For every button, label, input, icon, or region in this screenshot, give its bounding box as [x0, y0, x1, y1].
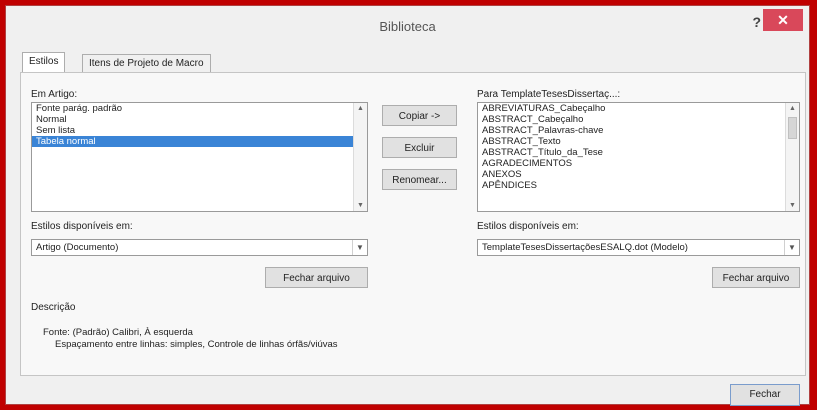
- list-item[interactable]: ABSTRACT_Cabeçalho: [478, 114, 799, 125]
- target-available-value: TemplateTesesDissertaçõesESALQ.dot (Mode…: [482, 242, 688, 253]
- list-item[interactable]: Fonte parág. padrão: [32, 103, 367, 114]
- tab-estilos[interactable]: Estilos: [22, 52, 66, 74]
- scroll-thumb[interactable]: [788, 117, 797, 139]
- list-item[interactable]: ANEXOS: [478, 169, 799, 180]
- list-item[interactable]: AGRADECIMENTOS: [478, 158, 799, 169]
- list-item[interactable]: APÊNDICES: [478, 180, 799, 191]
- source-list-scrollbar[interactable]: ▲ ▼: [353, 103, 367, 211]
- tab-panel: Em Artigo: Fonte parág. padrão Normal Se…: [20, 72, 806, 376]
- list-item[interactable]: ABSTRACT_Palavras-chave: [478, 125, 799, 136]
- copy-button[interactable]: Copiar ->: [382, 105, 457, 126]
- tab-itens-projeto-macro[interactable]: Itens de Projeto de Macro: [82, 54, 211, 73]
- source-available-combo[interactable]: Artigo (Documento) ▼: [31, 239, 368, 256]
- scroll-up-icon[interactable]: ▲: [357, 105, 364, 112]
- scroll-down-icon[interactable]: ▼: [357, 202, 364, 209]
- rename-button[interactable]: Renomear...: [382, 169, 457, 190]
- scroll-up-icon[interactable]: ▲: [789, 105, 796, 112]
- window-title: Biblioteca: [379, 19, 436, 34]
- list-item-selected[interactable]: Tabela normal: [32, 136, 367, 147]
- target-close-file-button[interactable]: Fechar arquivo: [712, 267, 800, 288]
- list-item[interactable]: ABREVIATURAS_Cabeçalho: [478, 103, 799, 114]
- chevron-down-icon[interactable]: ▼: [784, 240, 799, 255]
- scroll-down-icon[interactable]: ▼: [789, 202, 796, 209]
- close-button[interactable]: Fechar: [730, 384, 800, 406]
- list-item[interactable]: Sem lista: [32, 125, 367, 136]
- help-button[interactable]: ?: [752, 14, 761, 30]
- target-list-label: Para TemplateTesesDissertaç...:: [477, 89, 621, 100]
- source-available-label: Estilos disponíveis em:: [31, 221, 133, 232]
- source-styles-list[interactable]: Fonte parág. padrão Normal Sem lista Tab…: [31, 102, 368, 212]
- delete-button[interactable]: Excluir: [382, 137, 457, 158]
- chevron-down-icon[interactable]: ▼: [352, 240, 367, 255]
- target-available-combo[interactable]: TemplateTesesDissertaçõesESALQ.dot (Mode…: [477, 239, 800, 256]
- target-styles-list[interactable]: ABREVIATURAS_Cabeçalho ABSTRACT_Cabeçalh…: [477, 102, 800, 212]
- list-item[interactable]: ABSTRACT_Texto: [478, 136, 799, 147]
- library-dialog: Biblioteca ? ✕ Estilos Itens de Projeto …: [5, 5, 810, 406]
- close-icon: ✕: [777, 12, 789, 28]
- description-label: Descrição: [31, 302, 76, 313]
- list-item[interactable]: ABSTRACT_Título_da_Tese: [478, 147, 799, 158]
- list-item[interactable]: Normal: [32, 114, 367, 125]
- description-line-1: Fonte: (Padrão) Calibri, À esquerda: [43, 327, 193, 338]
- source-list-label: Em Artigo:: [31, 89, 78, 100]
- close-window-button[interactable]: ✕: [763, 9, 803, 31]
- target-list-scrollbar[interactable]: ▲ ▼: [785, 103, 799, 211]
- source-available-value: Artigo (Documento): [36, 242, 119, 253]
- target-available-label: Estilos disponíveis em:: [477, 221, 579, 232]
- description-line-2: Espaçamento entre linhas: simples, Contr…: [55, 339, 338, 350]
- source-close-file-button[interactable]: Fechar arquivo: [265, 267, 368, 288]
- title-bar: Biblioteca ? ✕: [6, 6, 809, 40]
